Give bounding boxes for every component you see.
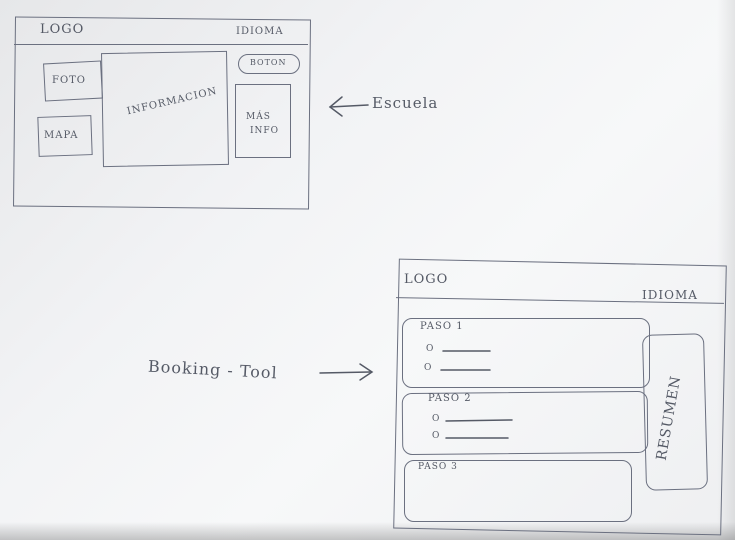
booking-paso2-option1[interactable]: O bbox=[432, 414, 440, 424]
booking-paso1-option2[interactable]: O bbox=[424, 363, 432, 373]
booking-logo: LOGO bbox=[404, 272, 449, 287]
booking-paso3-label: PASO 3 bbox=[418, 462, 458, 472]
booking-paso1-option1[interactable]: O bbox=[426, 344, 434, 354]
booking-idioma: IDIOMA bbox=[642, 288, 698, 302]
booking-paso2-label: PASO 2 bbox=[428, 393, 472, 404]
escuela-annotation: Escuela bbox=[372, 94, 439, 112]
booking-paso2-option2[interactable]: O bbox=[432, 431, 440, 441]
booking-paso1-label: PASO 1 bbox=[420, 321, 464, 332]
